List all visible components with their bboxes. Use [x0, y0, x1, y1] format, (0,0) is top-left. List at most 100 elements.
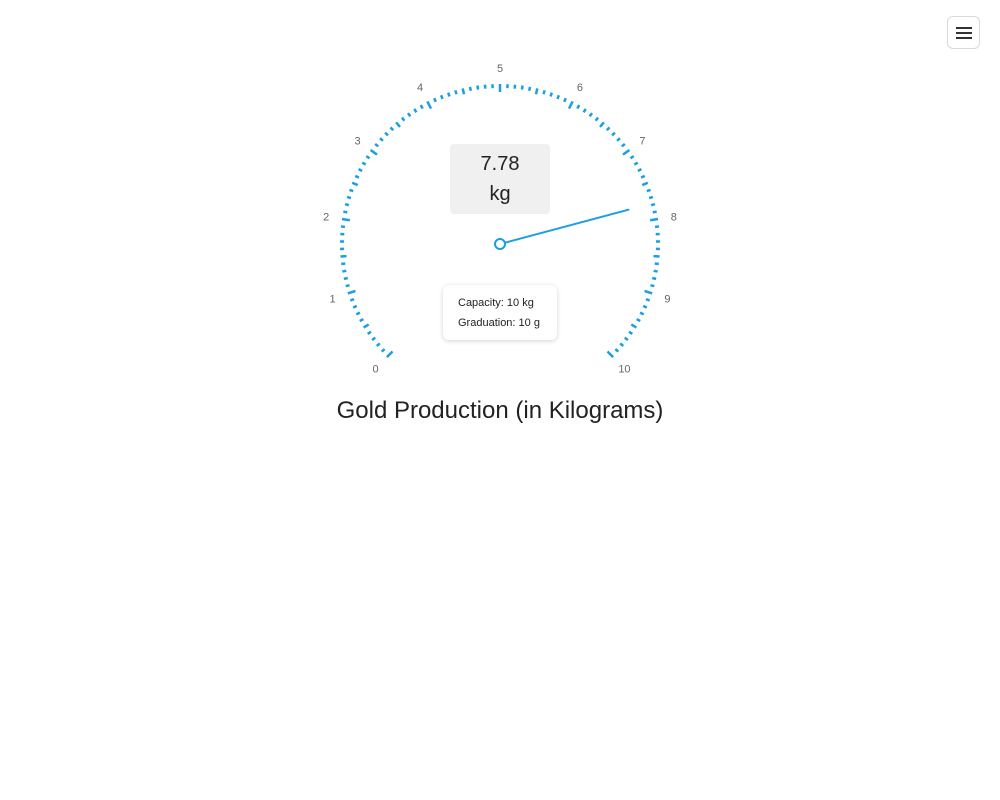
gauge-minor-tick: [633, 161, 639, 166]
gauge-major-tick: [606, 350, 615, 359]
gauge-minor-tick: [636, 318, 641, 323]
gauge-tick-label: 0: [372, 363, 378, 375]
gauge-minor-tick: [582, 108, 587, 113]
gauge-tick-label: 5: [497, 63, 503, 75]
gauge-minor-tick: [344, 202, 350, 207]
gauge-minor-tick: [630, 323, 638, 329]
gauge-minor-tick: [629, 155, 635, 160]
gauge-minor-tick: [646, 188, 651, 193]
gauge-minor-tick: [349, 297, 355, 302]
gauge-minor-tick: [476, 85, 480, 90]
gauge-tick-label: 4: [417, 82, 423, 94]
gauge-minor-tick: [619, 342, 625, 347]
gauge-minor-tick: [628, 330, 634, 335]
gauge-minor-tick: [354, 174, 360, 179]
gauge-minor-tick: [534, 88, 539, 95]
gauge-tick-label: 2: [323, 211, 329, 223]
gauge-major-tick: [567, 100, 574, 110]
gauge-minor-tick: [588, 112, 594, 118]
gauge-minor-tick: [395, 121, 401, 128]
graduation-text: Graduation: 10 g: [458, 317, 540, 329]
gauge-minor-tick: [640, 174, 646, 179]
value-unit: kg: [489, 183, 511, 205]
gauge-minor-tick: [611, 131, 616, 137]
gauge-major-tick: [644, 289, 653, 295]
gauge-minor-tick: [616, 137, 621, 142]
gauge-major-tick: [649, 217, 659, 222]
gauge-minor-tick: [345, 283, 350, 288]
gauge-minor-tick: [614, 348, 620, 353]
chart-title: Gold Production (in Kilograms): [336, 397, 664, 424]
gauge-minor-tick: [650, 202, 656, 207]
gauge-minor-tick: [400, 116, 406, 122]
page: 0 1 2 3 4 5 6 7 8 9 10 7.78 kg Capacity: 10 kg Gra…: [0, 0, 1000, 800]
gauge-minor-tick: [439, 94, 444, 100]
gauge-needle-hub: [494, 238, 506, 250]
gauge-minor-tick: [342, 269, 347, 273]
gauge-tick-label: 9: [664, 293, 670, 305]
gauge-minor-tick: [528, 86, 532, 91]
gauge-minor-tick: [454, 89, 458, 95]
gauge-minor-tick: [639, 311, 645, 316]
gauge-minor-tick: [576, 104, 581, 110]
gauge-minor-tick: [374, 142, 380, 148]
info-tooltip: Capacity: 10 kg Graduation: 10 g: [443, 285, 557, 340]
gauge-major-tick: [341, 217, 351, 222]
gauge-minor-tick: [371, 336, 376, 342]
gauge-minor-tick: [419, 104, 424, 110]
gauge-tick-label: 7: [639, 136, 645, 148]
gauge-minor-tick: [641, 181, 649, 187]
gauge-minor-tick: [650, 283, 655, 288]
gauge-minor-tick: [653, 269, 658, 273]
gauge-minor-tick: [556, 94, 561, 100]
gauge-minor-tick: [365, 155, 371, 160]
gauge-minor-tick: [346, 195, 352, 200]
gauge-minor-tick: [341, 262, 346, 266]
value-readout: 7.78 kg: [450, 144, 550, 214]
gauge-minor-tick: [358, 168, 363, 173]
gauge-minor-tick: [468, 86, 472, 91]
gauge-minor-tick: [349, 188, 354, 193]
gauge-minor-tick: [652, 210, 657, 214]
gauge-tick-label: 1: [330, 293, 336, 305]
gauge-tick-label: 10: [618, 363, 630, 375]
gauge-minor-tick: [389, 126, 395, 132]
gauge-minor-tick: [406, 112, 412, 118]
gauge-minor-tick: [352, 304, 358, 309]
gauge-tick-label: 6: [577, 82, 583, 94]
gauge-minor-tick: [446, 92, 451, 97]
gauge-major-tick: [385, 350, 394, 359]
gauge-tick-label: 3: [355, 136, 361, 148]
capacity-text: Capacity: 10 kg: [458, 297, 534, 309]
gauge-minor-tick: [605, 126, 611, 132]
gauge-minor-tick: [651, 276, 657, 281]
gauge-minor-tick: [343, 276, 349, 281]
gauge-major-tick: [369, 148, 378, 156]
gauge-minor-tick: [380, 348, 386, 353]
gauge-minor-tick: [461, 88, 466, 95]
gauge-minor-tick: [594, 116, 600, 122]
gauge-minor-tick: [645, 297, 651, 302]
gauge-minor-tick: [375, 342, 381, 347]
value-number: 7.78: [480, 153, 520, 175]
gauge-minor-tick: [366, 330, 372, 335]
gauge-minor-tick: [642, 304, 648, 309]
gauge-minor-tick: [413, 108, 418, 113]
gauge-minor-tick: [549, 92, 554, 97]
gauge-minor-tick: [648, 195, 654, 200]
gauge-minor-tick: [359, 318, 364, 323]
gauge-needle: [499, 208, 630, 245]
gauge-minor-tick: [563, 97, 567, 103]
gauge-minor-tick: [637, 168, 642, 173]
gauge-minor-tick: [355, 311, 361, 316]
gauge-minor-tick: [379, 137, 384, 142]
gauge-minor-tick: [624, 336, 629, 342]
gauge-minor-tick: [343, 210, 348, 214]
gauge-minor-tick: [351, 181, 359, 187]
gauge-major-tick: [347, 289, 356, 295]
gauge-minor-tick: [599, 121, 605, 128]
gauge-minor-tick: [520, 85, 524, 90]
gauge-tick-label: 8: [671, 211, 677, 223]
gauge-minor-tick: [542, 90, 546, 95]
gauge-major-tick: [622, 148, 631, 156]
